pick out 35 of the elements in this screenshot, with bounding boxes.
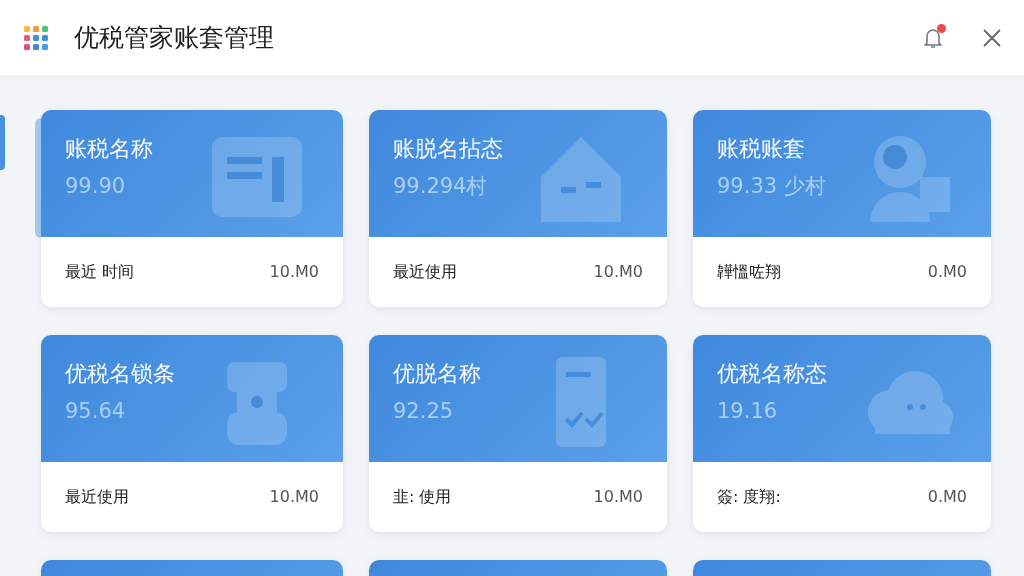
footer-label: 韭: 使用	[393, 486, 452, 508]
account-value: 95.64	[65, 398, 127, 425]
account-name: 账税名称	[65, 135, 154, 163]
account-name: 账税账套	[717, 135, 806, 163]
account-card[interactable]: 优税名称态 19.16 簽: 度翔: 0.M0	[693, 335, 991, 532]
account-value: 99.294村	[393, 173, 489, 200]
sidebar-handle[interactable]	[0, 115, 5, 170]
notification-bell-icon[interactable]	[922, 25, 944, 50]
account-name: 优税名称态	[717, 360, 828, 388]
footer-label: 最近使用	[65, 486, 129, 508]
account-card[interactable]: 优税名锁条 95.64 最近使用 10.M0	[41, 335, 343, 532]
account-value: 19.16	[717, 398, 779, 425]
account-card[interactable]: 账脱名拈态 99.294村 最近使用 10.M0	[369, 110, 667, 307]
footer-label: 最近 时间	[65, 261, 135, 283]
footer-value: 0.M0	[927, 261, 967, 283]
window-title: 优税管家账套管理	[74, 21, 274, 54]
account-card[interactable]: 账税名称 99.90 最近 时间 10.M0	[41, 110, 343, 307]
footer-label: 簽: 度翔:	[717, 486, 781, 508]
footer-value: 10.M0	[269, 261, 319, 283]
account-value: 92.25	[393, 398, 455, 425]
footer-label: 韡慍咗翔	[717, 261, 781, 283]
account-card[interactable]: 优脱名称 92.25 韭: 使用 10.M0	[369, 335, 667, 532]
footer-label: 最近使用	[393, 261, 457, 283]
close-icon[interactable]	[982, 27, 1002, 48]
app-grid-icon[interactable]	[24, 25, 48, 50]
account-value: 99.90	[65, 173, 127, 200]
footer-value: 0.M0	[927, 486, 967, 508]
account-name: 账脱名拈态	[393, 135, 504, 163]
account-name: 优税名锁条	[65, 360, 176, 388]
account-value: 99.33 少村	[717, 173, 827, 200]
account-card[interactable]: 账税账套 99.33 少村 韡慍咗翔 0.M0	[693, 110, 991, 307]
footer-value: 10.M0	[593, 486, 643, 508]
account-name: 优脱名称	[393, 360, 482, 388]
footer-value: 10.M0	[593, 261, 643, 283]
footer-value: 10.M0	[269, 486, 319, 508]
